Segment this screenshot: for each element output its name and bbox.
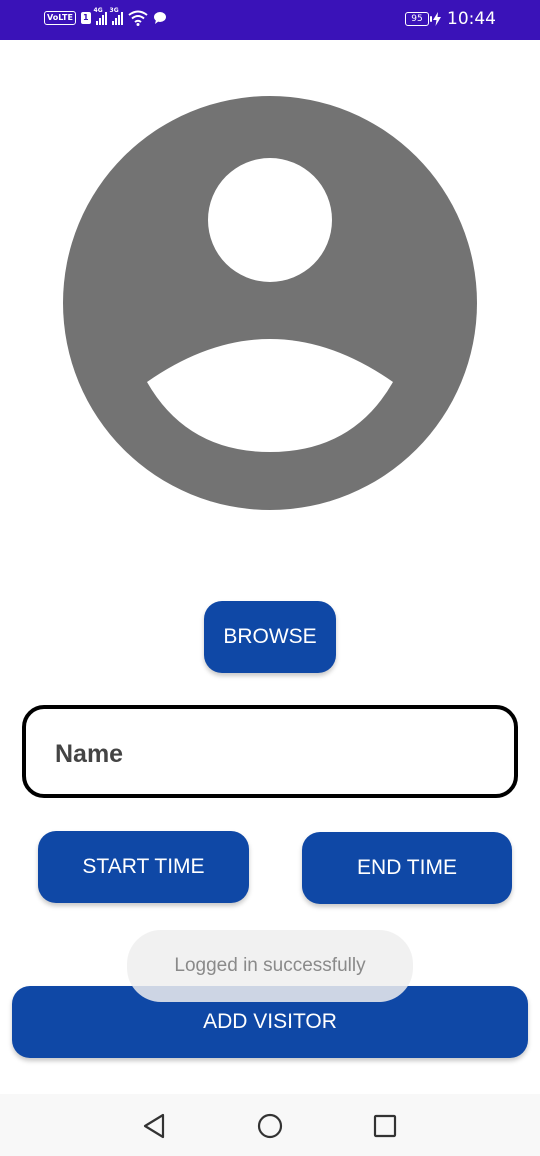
status-bar: VoLTE 1 4G 3G 95 10:44 [0, 0, 540, 40]
clock: 10:44 [447, 9, 496, 29]
wifi-icon [127, 10, 148, 26]
name-input[interactable] [53, 733, 477, 775]
back-triangle-icon[interactable] [141, 1112, 169, 1140]
recents-square-icon[interactable] [371, 1112, 399, 1140]
name-field[interactable] [22, 705, 518, 798]
battery-icon: 95 [405, 12, 432, 26]
status-right: 95 10:44 [405, 9, 496, 29]
network-type-2: 3G [109, 7, 119, 14]
signal-icon-2: 3G [110, 7, 123, 25]
account-circle-icon[interactable] [63, 96, 477, 510]
status-left: VoLTE 1 4G 3G [44, 7, 167, 26]
toast-message: Logged in successfully [127, 930, 413, 1002]
end-time-button[interactable]: END TIME [302, 832, 512, 904]
browse-button[interactable]: BROWSE [204, 601, 336, 673]
network-type-1: 4G [93, 7, 103, 14]
start-time-button[interactable]: START TIME [38, 831, 249, 903]
volte-indicator: VoLTE [44, 11, 76, 25]
sim-indicator: 1 [80, 12, 91, 24]
signal-icon: 4G [94, 7, 107, 25]
home-circle-icon[interactable] [256, 1112, 284, 1140]
navigation-bar [0, 1094, 540, 1156]
chat-bubble-icon [153, 12, 166, 24]
charging-bolt-icon [433, 12, 441, 26]
